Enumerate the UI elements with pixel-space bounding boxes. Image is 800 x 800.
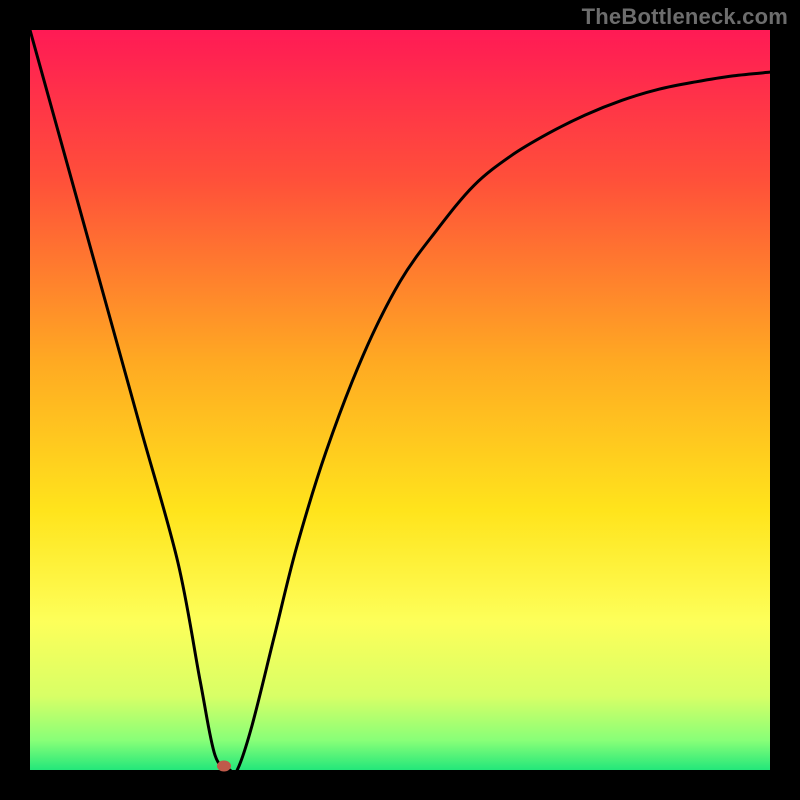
curve-layer <box>30 30 770 770</box>
bottleneck-curve <box>30 30 770 770</box>
optimum-marker-icon <box>217 760 231 771</box>
watermark-label: TheBottleneck.com <box>582 4 788 30</box>
chart-frame: TheBottleneck.com <box>0 0 800 800</box>
plot-area <box>30 30 770 770</box>
